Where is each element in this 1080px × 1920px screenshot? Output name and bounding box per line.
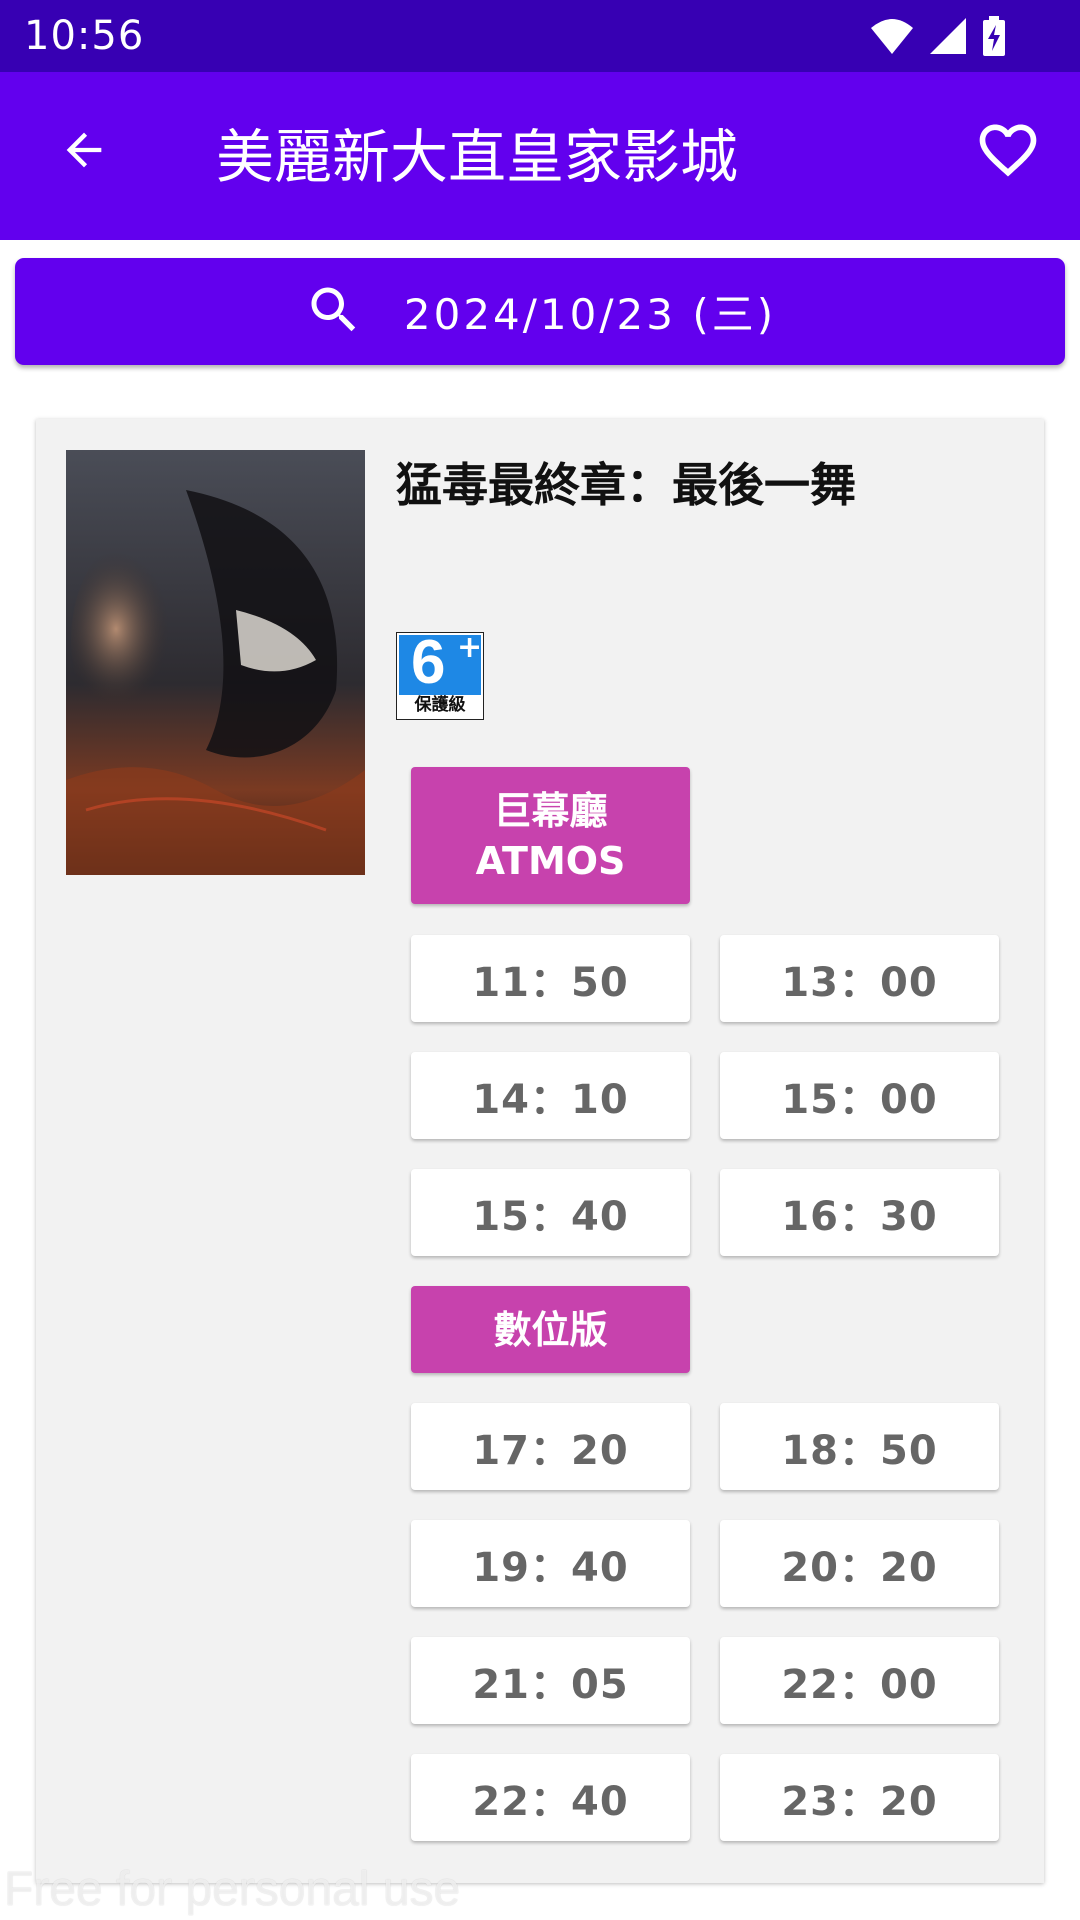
format-name-line2: ATMOS: [475, 838, 626, 883]
rating-label: 保護級: [414, 695, 466, 715]
status-icons: [870, 16, 1006, 56]
status-bar: 10:56: [0, 0, 1080, 72]
rating-plus: +: [457, 630, 483, 665]
format-label-imax-atmos: 巨幕廳 ATMOS: [411, 767, 690, 904]
movie-poster[interactable]: [66, 450, 365, 875]
page-title: 美麗新大直皇家影城: [216, 123, 739, 191]
showtime-button[interactable]: 11：50: [411, 935, 690, 1022]
showtime-button[interactable]: 21：05: [411, 1637, 690, 1724]
rating-badge: 6 + 保護級: [396, 628, 484, 720]
search-icon: [304, 280, 364, 344]
arrow-left-icon: [58, 124, 110, 180]
showtime-button[interactable]: 17：20: [411, 1403, 690, 1490]
favorite-button[interactable]: [968, 112, 1048, 192]
showtime-button[interactable]: 19：40: [411, 1520, 690, 1607]
status-time: 10:56: [24, 13, 145, 59]
showtime-button[interactable]: 23：20: [720, 1754, 999, 1841]
showtime-button[interactable]: 15：00: [720, 1052, 999, 1139]
format-name-line1: 巨幕廳: [493, 788, 608, 833]
showtime-button[interactable]: 14：10: [411, 1052, 690, 1139]
showtime-button[interactable]: 22：00: [720, 1637, 999, 1724]
format-label-digital: 數位版: [411, 1286, 690, 1373]
wifi-icon: [870, 16, 914, 56]
format-name-line1: 數位版: [493, 1307, 608, 1352]
battery-charging-icon: [982, 16, 1006, 56]
app-bar: 美麗新大直皇家影城: [0, 72, 1080, 240]
showtime-button[interactable]: 16：30: [720, 1169, 999, 1256]
movie-title: 猛毒最終章：最後一舞: [396, 458, 856, 512]
rating-age: 6: [411, 628, 446, 697]
date-selector-button[interactable]: 2024/10/23 (三): [15, 258, 1065, 365]
heart-outline-icon: [974, 116, 1042, 188]
movie-card: 猛毒最終章：最後一舞 6 + 保護級 巨幕廳 ATMOS 11：50 13：00…: [36, 419, 1044, 1883]
watermark: Free for personal use: [4, 1863, 461, 1916]
showtime-button[interactable]: 22：40: [411, 1754, 690, 1841]
selected-date: 2024/10/23 (三): [403, 290, 777, 339]
showtime-button[interactable]: 18：50: [720, 1403, 999, 1490]
showtime-button[interactable]: 20：20: [720, 1520, 999, 1607]
showtime-button[interactable]: 13：00: [720, 935, 999, 1022]
back-button[interactable]: [44, 112, 124, 192]
showtime-button[interactable]: 15：40: [411, 1169, 690, 1256]
signal-icon: [928, 16, 968, 56]
poster-artwork: [66, 450, 365, 875]
